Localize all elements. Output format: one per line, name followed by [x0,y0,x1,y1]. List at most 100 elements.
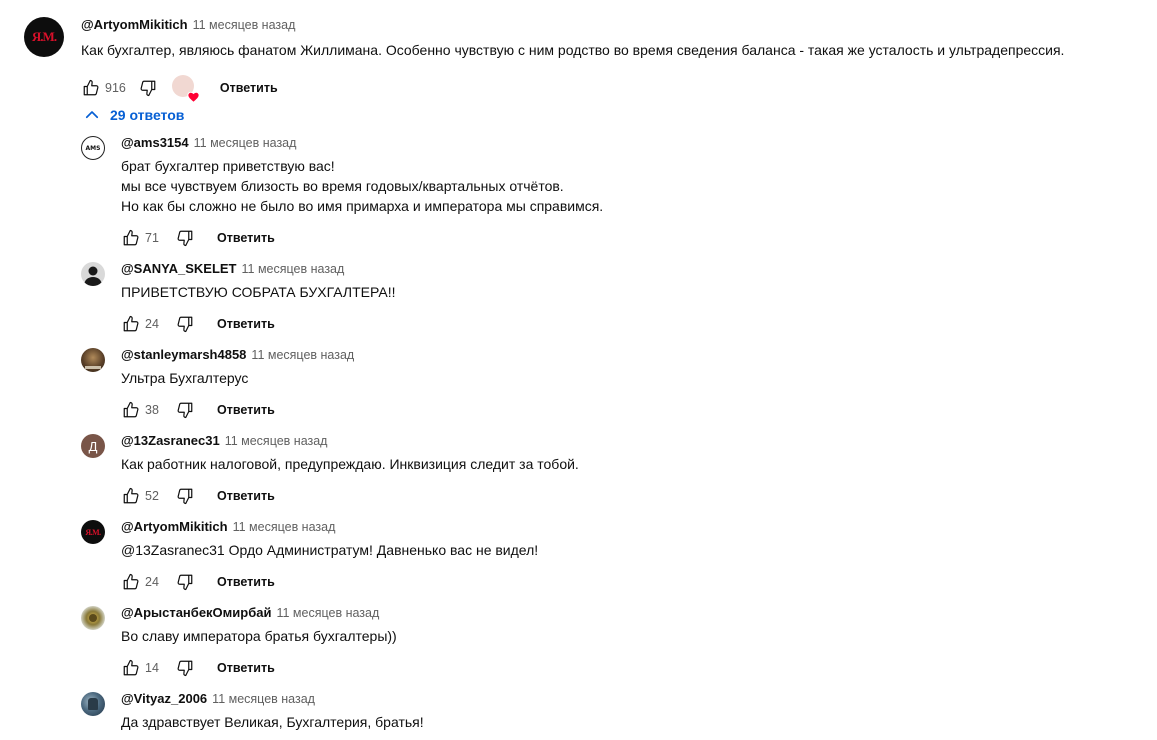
avatar[interactable]: Я.М. [24,17,64,57]
reply-header: @SANYA_SKELET 11 месяцев назад [121,261,1121,279]
like-button[interactable] [121,658,141,678]
dislike-button[interactable] [175,486,195,506]
reply-button[interactable]: Ответить [217,489,275,503]
reply-actions: 24 Ответить [121,566,1121,598]
reply-time[interactable]: 11 месяцев назад [194,136,297,150]
comment-time[interactable]: 11 месяцев назад [193,18,296,32]
reply-author[interactable]: @ams3154 [121,135,189,150]
avatar[interactable] [81,262,105,286]
replies-toggle[interactable]: 29 ответов [83,106,184,124]
like-count: 52 [145,489,159,503]
thumb-down-icon [177,488,193,505]
thumb-up-icon [123,401,139,418]
reply-button[interactable]: Ответить [217,403,275,417]
reply-author[interactable]: @13Zasranec31 [121,433,220,448]
thumb-up-icon [123,659,139,676]
thumb-down-icon [177,402,193,419]
like-count: 38 [145,403,159,417]
dislike-button[interactable] [175,400,195,420]
reply-time[interactable]: 11 месяцев назад [233,520,336,534]
avatar-letter: Д [88,438,98,454]
avatar[interactable] [81,606,105,630]
reply-time[interactable]: 11 месяцев назад [212,692,315,706]
thumb-up-icon [83,79,99,96]
avatar-text: AMS [85,144,101,152]
reply-author[interactable]: @stanleymarsh4858 [121,347,246,362]
thumb-up-icon [123,229,139,246]
dislike-button[interactable] [175,572,195,592]
avatar[interactable]: Д [81,434,105,458]
reply-actions: 38 Ответить [121,394,1121,426]
like-button[interactable] [121,486,141,506]
like-button[interactable] [121,228,141,248]
thumb-down-icon [177,316,193,333]
reply-text: Ультра Бухгалтерус [121,370,249,386]
thumb-up-icon [123,573,139,590]
chevron-up-icon [85,111,99,119]
reply-header: @13Zasranec31 11 месяцев назад [121,433,1121,451]
reply-body: @ArtyomMikitich 11 месяцев назад @13Zasr… [121,519,1121,598]
like-button[interactable] [81,78,101,98]
reply-body: @stanleymarsh4858 11 месяцев назад Ультр… [121,347,1121,426]
like-count: 14 [145,661,159,675]
like-button[interactable] [121,314,141,334]
reply-time[interactable]: 11 месяцев назад [276,606,379,620]
reply-body: @13Zasranec31 11 месяцев назад Как работ… [121,433,1121,512]
dislike-button[interactable] [175,658,195,678]
avatar-detail [89,614,97,622]
reply-author[interactable]: @АрыстанбекОмирбай [121,605,271,620]
like-button[interactable] [121,572,141,592]
reply-header: @ams3154 11 месяцев назад [121,135,1121,153]
thumb-up-icon [123,487,139,504]
reply-button[interactable]: Ответить [217,575,275,589]
reply-text: Как работник налоговой, предупреждаю. Ин… [121,456,579,472]
avatar-silhouette-icon [84,266,102,286]
reply-author[interactable]: @SANYA_SKELET [121,261,237,276]
reply-header: @Vityaz_2006 11 месяцев назад [121,691,1121,709]
replies-count-label: 29 ответов [110,107,185,123]
reply-button[interactable]: Ответить [217,317,275,331]
reply-author[interactable]: @ArtyomMikitich [121,519,228,534]
reply-time[interactable]: 11 месяцев назад [225,434,328,448]
dislike-button[interactable] [138,78,158,98]
like-button[interactable] [121,400,141,420]
dislike-button[interactable] [175,228,195,248]
reply-time[interactable]: 11 месяцев назад [242,262,345,276]
reply-body: @ams3154 11 месяцев назад брат бухгалтер… [121,135,1121,254]
reply-time[interactable]: 11 месяцев назад [251,348,354,362]
reply-actions: 14 Ответить [121,652,1121,684]
avatar[interactable]: Я.М. [81,520,105,544]
avatar-logo: Я.М. [31,29,57,44]
avatar-detail [85,366,101,369]
reply-body: @SANYA_SKELET 11 месяцев назад ПРИВЕТСТВ… [121,261,1121,340]
like-count: 24 [145,575,159,589]
like-count: 71 [145,231,159,245]
avatar[interactable] [81,348,105,372]
thumb-down-icon [177,230,193,247]
comment-author[interactable]: @ArtyomMikitich [81,17,188,32]
avatar[interactable] [81,692,105,716]
reply-text: @13Zasranec31 Ордо Администратум! Давнен… [121,542,539,558]
reply-header: @ArtyomMikitich 11 месяцев назад [121,519,1121,537]
reply-text: Во славу императора братья бухгалтеры)) [121,628,397,644]
reply-button[interactable]: Ответить [217,661,275,675]
reply-author[interactable]: @Vityaz_2006 [121,691,207,706]
thumb-down-icon [177,660,193,677]
comment-body: @ArtyomMikitich 11 месяцев назад Как бух… [81,17,1141,104]
reply-text: брат бухгалтер приветствую вас! мы все ч… [121,158,604,214]
dislike-button[interactable] [175,314,195,334]
reply-body: @АрыстанбекОмирбай 11 месяцев назад Во с… [121,605,1121,684]
reply-button[interactable]: Ответить [217,231,275,245]
reply-text: Да здравствует Великая, Бухгалтерия, бра… [121,714,424,730]
comment-text: Как бухгалтер, являюсь фанатом Жиллимана… [81,42,1065,58]
reply-actions: 71 Ответить [121,222,1121,254]
thumb-down-icon [177,574,193,591]
reply-text: ПРИВЕТСТВУЮ СОБРАТА БУХГАЛТЕРА!! [121,284,396,300]
like-count: 24 [145,317,159,331]
reply-header: @stanleymarsh4858 11 месяцев назад [121,347,1121,365]
creator-heart [171,75,200,103]
comment-actions: 916 Ответить [81,72,1141,104]
like-count: 916 [105,81,126,95]
avatar[interactable]: AMS [81,136,105,160]
reply-button[interactable]: Ответить [220,81,278,95]
